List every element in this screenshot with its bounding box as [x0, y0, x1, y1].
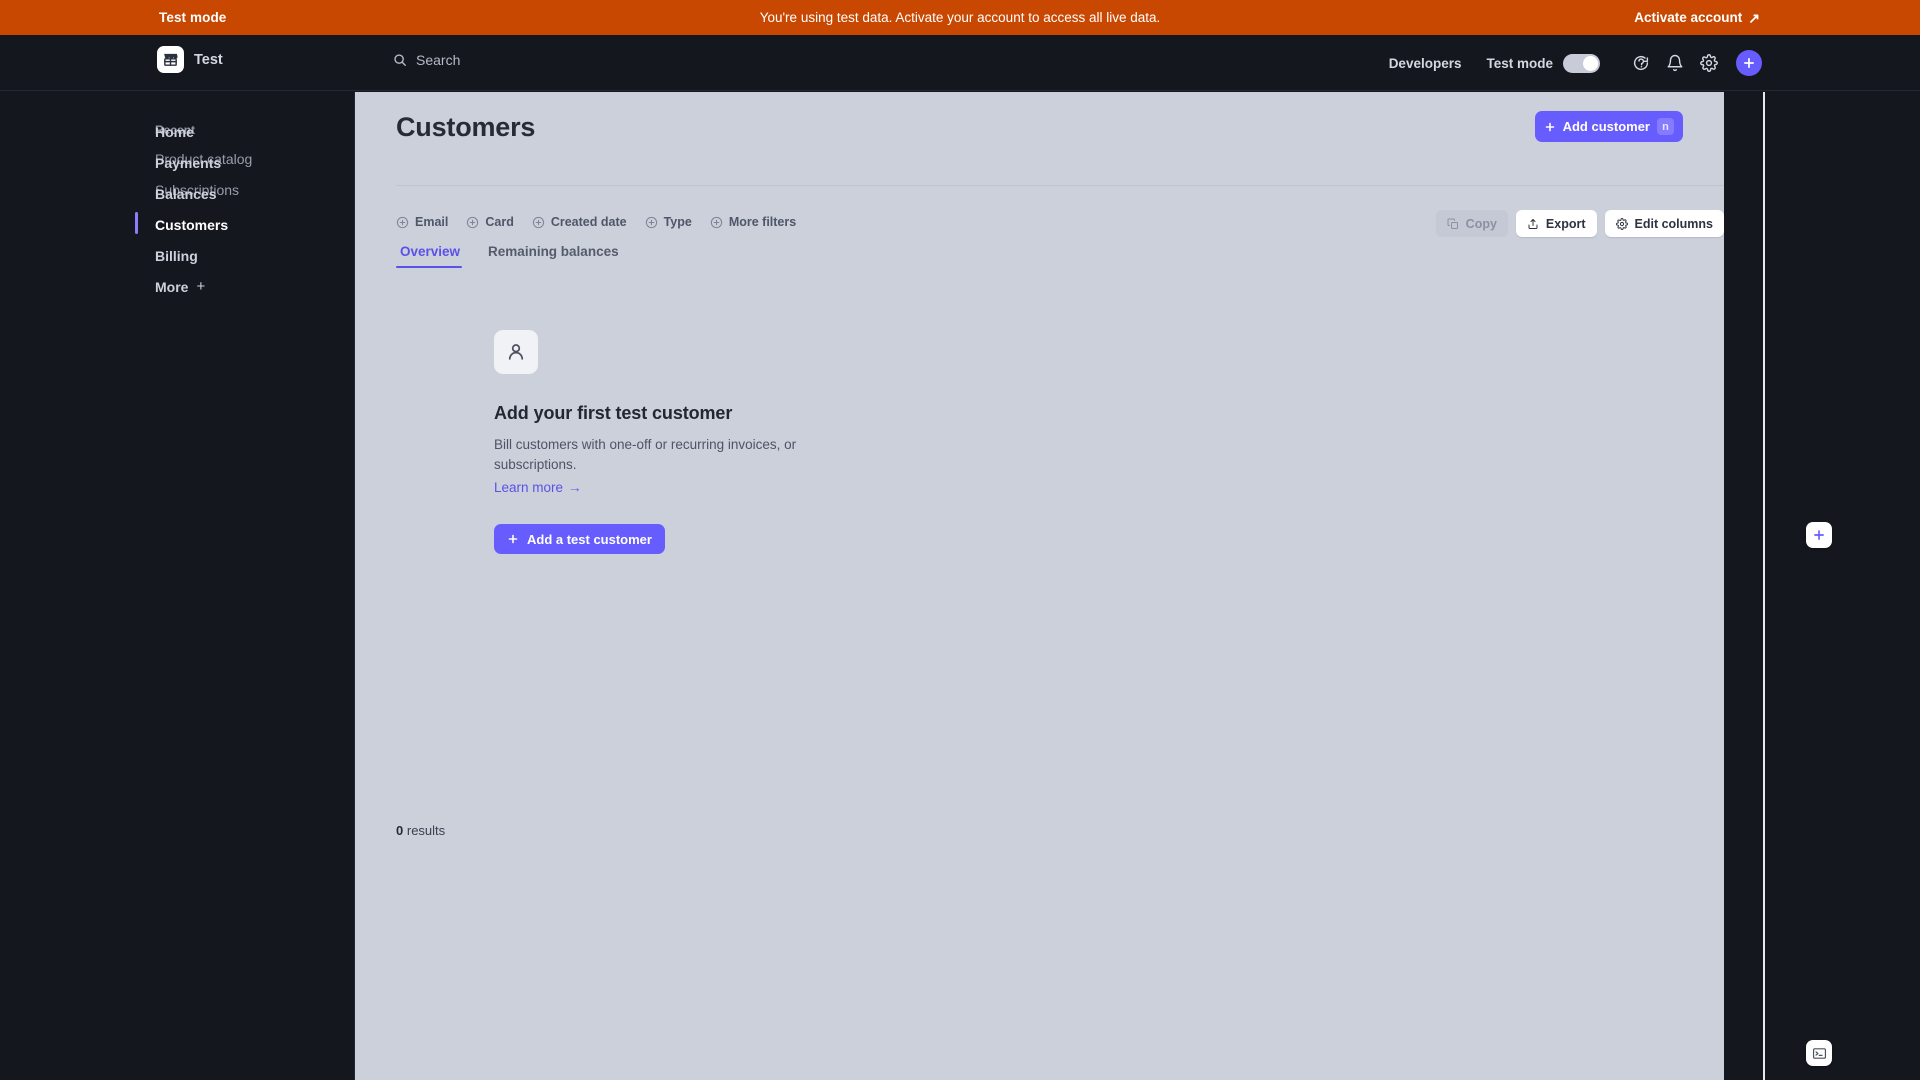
sidebar-item-payments[interactable]: Payments	[0, 147, 354, 178]
add-test-customer-button[interactable]: Add a test customer	[494, 524, 665, 554]
tab-bar-divider	[396, 185, 1724, 186]
gear-icon	[1615, 217, 1628, 230]
developers-link[interactable]: Developers	[1389, 56, 1462, 71]
copy-label: Copy	[1465, 216, 1497, 231]
sidebar-item-label: More	[155, 278, 189, 295]
test-mode-toggle-label: Test mode	[1486, 55, 1553, 71]
filter-chip-label: Email	[415, 215, 449, 229]
sidebar-item-billing[interactable]: Billing	[0, 240, 354, 271]
search-placeholder: Search	[416, 52, 461, 68]
filter-chip-label: Card	[485, 215, 514, 229]
circle-plus-icon	[396, 216, 409, 229]
sidebar-item-home[interactable]: Home	[0, 116, 354, 147]
activate-account-link[interactable]: Activate account ↗	[1634, 10, 1760, 25]
filter-chip-card[interactable]: Card	[466, 215, 514, 229]
filter-chip-label: Type	[663, 215, 692, 229]
person-icon	[494, 330, 538, 374]
plus-icon	[507, 533, 519, 545]
filter-chip-group: Email Card Created date Type More filter…	[396, 215, 796, 229]
export-icon	[1527, 218, 1539, 230]
results-count-label: results	[406, 823, 446, 838]
test-mode-banner: Test mode You're using test data. Activa…	[0, 0, 1920, 35]
header-actions: Developers Test mode	[1389, 35, 1762, 91]
results-count-number: 0	[396, 823, 404, 838]
circle-plus-icon	[532, 216, 545, 229]
app-header: Test Search Developers Test mode	[0, 35, 1920, 91]
test-mode-banner-message: You're using test data. Activate your ac…	[759, 10, 1161, 25]
export-label: Export	[1545, 216, 1586, 231]
keyboard-shortcut-badge: n	[1657, 118, 1674, 135]
copy-icon	[1447, 218, 1459, 230]
filter-chip-created-date[interactable]: Created date	[532, 215, 627, 229]
tab-bar: Overview Remaining balances	[395, 244, 633, 268]
sidebar-item-more[interactable]: More +	[0, 271, 354, 302]
add-customer-button[interactable]: Add customer n	[1534, 111, 1683, 142]
sidebar-nav: Home Payments Balances Customers Billing…	[0, 116, 354, 302]
filter-bar: Email Card Created date Type More filter…	[396, 207, 1724, 246]
filter-chip-more-filters[interactable]: More filters	[710, 215, 796, 229]
filter-chip-type[interactable]: Type	[645, 215, 692, 229]
empty-state: Add your first test customer Bill custom…	[494, 330, 854, 554]
create-new-button[interactable]	[1736, 50, 1762, 76]
tab-label: Remaining balances	[488, 244, 619, 259]
add-customer-label: Add customer	[1562, 119, 1650, 134]
plus-icon	[1544, 121, 1556, 133]
circle-plus-icon	[466, 216, 479, 229]
storefront-icon	[157, 46, 184, 73]
export-button[interactable]: Export	[1515, 210, 1597, 237]
circle-plus-icon	[710, 216, 723, 229]
tab-remaining-balances[interactable]: Remaining balances	[474, 244, 633, 268]
sidebar-item-label: Billing	[155, 247, 198, 264]
empty-state-description: Bill customers with one-off or recurring…	[494, 437, 797, 472]
page-title: Customers	[396, 112, 536, 142]
activate-account-label: Activate account	[1634, 10, 1743, 25]
gear-icon[interactable]	[1692, 46, 1726, 80]
learn-more-link[interactable]: Learn more →	[494, 480, 582, 495]
sidebar: Home Payments Balances Customers Billing…	[0, 92, 355, 1080]
brand-home-link[interactable]: Test	[157, 46, 223, 73]
arrow-right-icon: →	[568, 480, 582, 495]
tab-label: Overview	[400, 244, 461, 259]
filter-chip-label: Created date	[550, 215, 627, 229]
bell-icon[interactable]	[1658, 46, 1692, 80]
edit-columns-label: Edit columns	[1634, 216, 1713, 231]
circle-plus-icon	[645, 216, 658, 229]
edit-columns-button[interactable]: Edit columns	[1604, 210, 1724, 237]
sidebar-item-customers[interactable]: Customers	[0, 209, 354, 240]
sidebar-item-balances[interactable]: Balances	[0, 178, 354, 209]
search-input[interactable]: Search	[393, 52, 460, 68]
tab-overview[interactable]: Overview	[395, 244, 474, 268]
help-circle-icon[interactable]	[1624, 46, 1658, 80]
add-test-customer-label: Add a test customer	[527, 531, 652, 547]
right-rail-divider	[1763, 92, 1765, 1080]
filter-chip-label: More filters	[728, 215, 797, 229]
sidebar-item-label: Balances	[155, 185, 217, 202]
table-action-group: Copy Export Edit columns	[1435, 210, 1724, 237]
empty-state-title: Add your first test customer	[494, 403, 733, 423]
sidebar-item-label: Customers	[155, 216, 229, 233]
right-rail	[1724, 92, 1920, 1080]
external-link-arrow-icon: ↗	[1748, 9, 1760, 26]
plus-icon: +	[196, 278, 206, 295]
rail-terminal-button[interactable]	[1806, 1040, 1832, 1066]
filter-chip-email[interactable]: Email	[396, 215, 448, 229]
rail-add-button[interactable]	[1806, 522, 1832, 548]
sidebar-item-label: Home	[155, 123, 194, 140]
test-mode-toggle[interactable]	[1563, 53, 1600, 73]
results-count: 0 results	[396, 823, 445, 838]
brand-name: Test	[194, 51, 223, 68]
learn-more-label: Learn more	[494, 480, 564, 495]
copy-button[interactable]: Copy	[1435, 210, 1508, 237]
search-icon	[393, 53, 407, 67]
sidebar-item-label: Payments	[155, 154, 222, 171]
